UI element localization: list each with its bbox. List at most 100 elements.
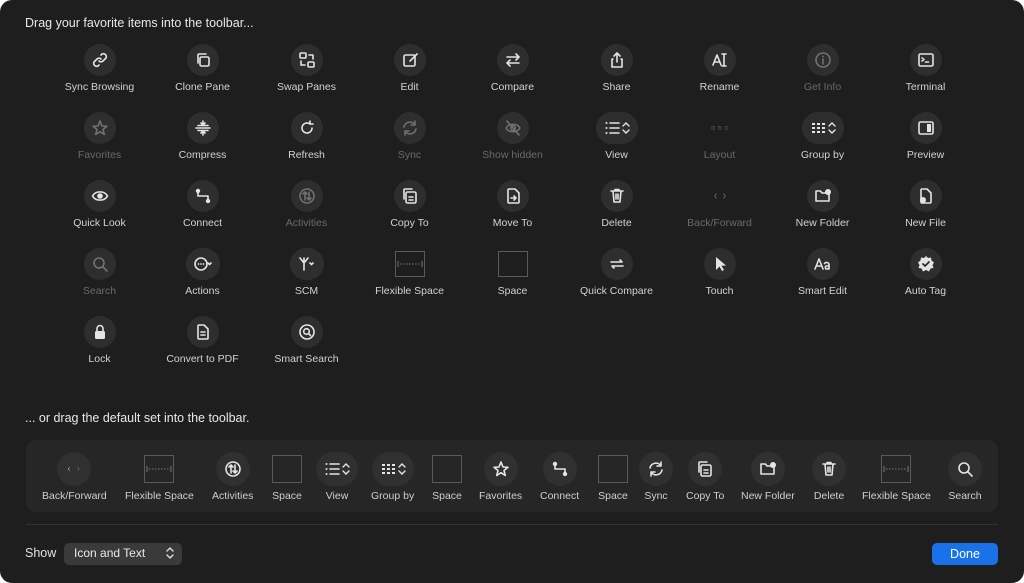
palette-item-move-to[interactable]: Move To [461,180,564,240]
default-item-new-folder[interactable]: New Folder [741,452,795,504]
palette-item-swap-panes[interactable]: Swap Panes [255,44,358,104]
back-forward-box [57,452,92,486]
palette-item-sync-browsing[interactable]: Sync Browsing [48,44,151,104]
palette-item-scm[interactable]: SCM [255,248,358,308]
palette-item-smart-edit[interactable]: Smart Edit [771,248,874,308]
palette-item-touch[interactable]: Touch [668,248,771,308]
default-item-delete[interactable]: Delete [812,452,846,504]
search-icon-box [83,248,116,280]
default-item-space[interactable]: Space [598,452,628,504]
palette-item-preview[interactable]: Preview [874,112,977,172]
divider [26,524,998,525]
palette-item-convert-to-pdf[interactable]: Convert to PDF [151,316,254,376]
star-icon [91,120,108,136]
default-item-favorites[interactable]: Favorites [479,452,522,504]
palette-item-layout[interactable]: Layout [668,112,771,172]
default-item-view[interactable]: View [316,452,358,504]
palette-item-activities[interactable]: Activities [255,180,358,240]
palette-item-label: Swap Panes [277,81,336,93]
move-icon-box [496,180,529,212]
sync-icon [649,461,663,477]
palette-item-space[interactable]: Space [461,248,564,308]
layout-icon [710,126,728,130]
palette-item-actions[interactable]: Actions [151,248,254,308]
default-item-copy-to[interactable]: Copy To [686,452,724,504]
star-icon-box [83,112,116,144]
text-aa-icon-box [806,248,839,280]
palette-heading: Drag your favorite items into the toolba… [25,16,254,30]
terminal-icon-box [909,44,942,76]
smart-search-icon-box [290,316,323,348]
palette-item-copy-to[interactable]: Copy To [358,180,461,240]
palette-item-label: Smart Search [274,353,339,365]
palette-item-terminal[interactable]: Terminal [874,44,977,104]
palette-item-label: New File [905,217,946,229]
default-item-space[interactable]: Space [272,452,302,504]
clone-icon-box [186,44,219,76]
palette-item-rename[interactable]: Rename [668,44,771,104]
pdf-icon [196,324,209,340]
copy-icon [698,461,712,477]
palette-item-auto-tag[interactable]: Auto Tag [874,248,977,308]
palette-item-label: Convert to PDF [166,353,239,365]
palette-item-flexible-space[interactable]: Flexible Space [358,248,461,308]
palette-item-show-hidden[interactable]: Show hidden [461,112,564,172]
toolbar-item-palette: Sync Browsing Clone Pane Swap Panes Edit Com… [48,44,978,384]
palette-item-sync[interactable]: Sync [358,112,461,172]
palette-item-label: Edit [400,81,419,93]
palette-item-label: Quick Compare [580,285,653,297]
default-item-activities[interactable]: Activities [212,452,253,504]
palette-item-refresh[interactable]: Refresh [255,112,358,172]
palette-item-view[interactable]: View [565,112,668,172]
palette-item-compare[interactable]: Compare [461,44,564,104]
palette-item-delete[interactable]: Delete [565,180,668,240]
palette-item-label: Layout [703,149,736,161]
palette-row: Lock Convert to PDF Smart Search [48,316,978,384]
connect-icon [195,188,210,204]
eye-icon [91,191,108,201]
palette-item-label: Touch [705,285,734,297]
palette-item-label: Move To [492,217,533,229]
default-item-sync[interactable]: Sync [639,452,673,504]
palette-item-edit[interactable]: Edit [358,44,461,104]
search-icon [958,462,973,477]
palette-item-label: Refresh [288,149,325,161]
default-toolbar-set[interactable]: Back/Forward Flexible Space Activities Spac… [26,440,998,512]
palette-item-new-folder[interactable]: New Folder [771,180,874,240]
default-item-label: Search [948,490,982,502]
default-item-back-forward[interactable]: Back/Forward [42,452,107,504]
quick-compare-icon-box [600,248,633,280]
palette-item-label: Search [82,285,117,297]
show-mode-select[interactable]: Icon and Text [64,543,182,565]
space-icon [598,455,628,483]
palette-item-lock[interactable]: Lock [48,316,151,376]
palette-item-quick-compare[interactable]: Quick Compare [565,248,668,308]
clone-icon [196,53,210,67]
palette-item-connect[interactable]: Connect [151,180,254,240]
palette-item-search[interactable]: Search [48,248,151,308]
palette-item-label: Delete [601,217,632,229]
palette-item-clone-pane[interactable]: Clone Pane [151,44,254,104]
palette-item-get-info[interactable]: Get Info [771,44,874,104]
done-button[interactable]: Done [932,543,998,565]
palette-item-favorites[interactable]: Favorites [48,112,151,172]
default-item-search[interactable]: Search [948,452,982,504]
palette-item-new-file[interactable]: New File [874,180,977,240]
palette-item-group-by[interactable]: Group by [771,112,874,172]
activities-icon-box [215,452,250,486]
palette-item-share[interactable]: Share [565,44,668,104]
default-item-label: Back/Forward [42,490,107,502]
default-item-label: Activities [212,490,254,502]
default-item-connect[interactable]: Connect [540,452,579,504]
copy-icon-box [393,180,426,212]
palette-item-back-forward[interactable]: Back/Forward [668,180,771,240]
palette-item-label: Show hidden [482,149,543,161]
palette-item-quick-look[interactable]: Quick Look [48,180,151,240]
palette-item-compress[interactable]: Compress [151,112,254,172]
palette-item-label: Sync Browsing [64,81,135,93]
default-item-group-by[interactable]: Group by [371,452,414,504]
default-item-flexible-space[interactable]: Flexible Space [862,452,931,504]
default-item-flexible-space[interactable]: Flexible Space [125,452,194,504]
default-item-space[interactable]: Space [432,452,462,504]
palette-item-smart-search[interactable]: Smart Search [255,316,358,376]
